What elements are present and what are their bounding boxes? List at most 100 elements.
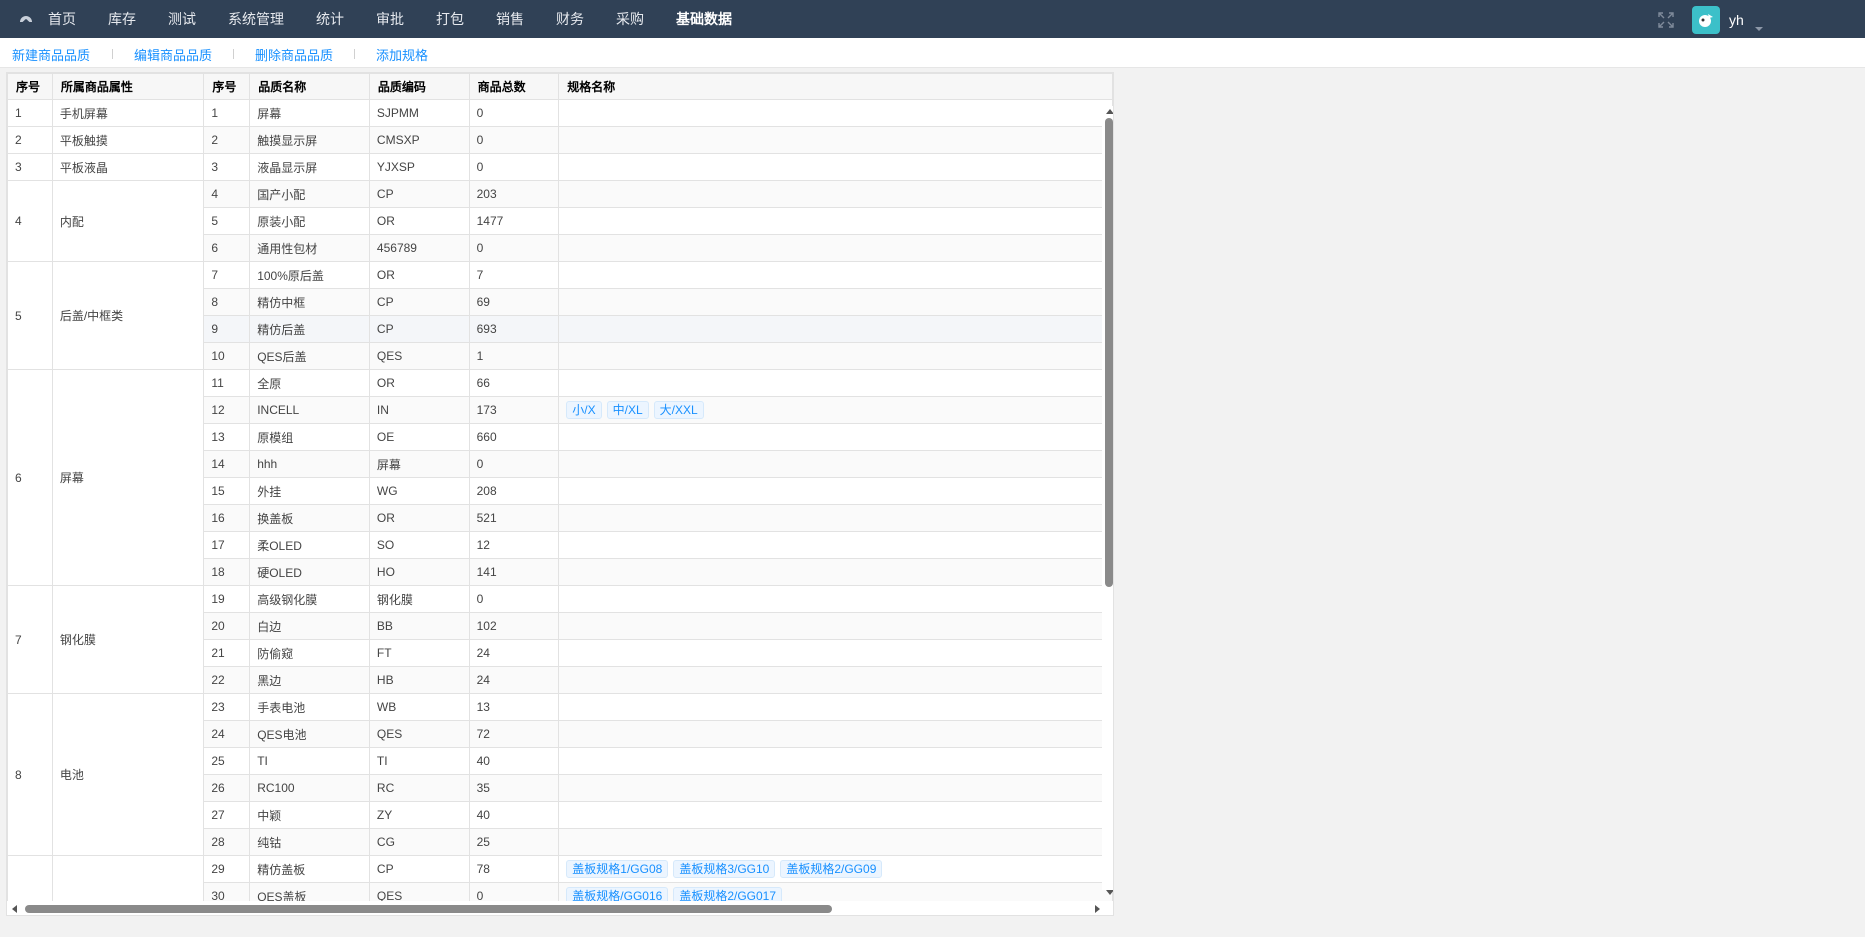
scroll-up-icon[interactable] (1106, 109, 1113, 114)
product-total-cell[interactable]: 660 (468, 423, 560, 451)
quality-code-cell[interactable]: CP (368, 180, 470, 208)
quality-name-cell[interactable]: INCELL (249, 396, 370, 424)
group-seq-cell[interactable]: 8 (7, 693, 53, 856)
spec-name-cell[interactable] (558, 828, 1113, 856)
quality-name-cell[interactable]: 外挂 (249, 477, 370, 505)
quality-code-cell[interactable]: QES (368, 720, 470, 748)
spec-name-cell[interactable] (558, 99, 1113, 127)
quality-code-cell[interactable]: CP (368, 315, 470, 343)
quality-name-cell[interactable]: 纯钴 (249, 828, 370, 856)
product-total-cell[interactable]: 40 (468, 801, 560, 829)
quality-name-cell[interactable]: 柔OLED (249, 531, 370, 559)
seq-cell[interactable]: 21 (203, 639, 251, 667)
spec-name-cell[interactable] (558, 774, 1113, 802)
group-seq-cell[interactable]: 4 (7, 180, 53, 262)
quality-name-cell[interactable]: 白边 (249, 612, 370, 640)
spec-name-cell[interactable] (558, 477, 1113, 505)
quality-code-cell[interactable]: 456789 (368, 234, 470, 262)
menu-item-packing[interactable]: 打包 (420, 0, 480, 38)
seq-cell[interactable]: 3 (203, 153, 251, 181)
seq-cell[interactable]: 8 (203, 288, 251, 316)
seq-cell[interactable]: 7 (203, 261, 251, 289)
table-row[interactable]: 8 电池 23 手表电池 WB 13 (7, 693, 1113, 856)
spec-name-cell[interactable] (558, 720, 1113, 748)
chevron-down-icon[interactable] (1755, 27, 1763, 31)
seq-cell[interactable]: 10 (203, 342, 251, 370)
product-total-cell[interactable]: 72 (468, 720, 560, 748)
horizontal-scrollbar-thumb[interactable] (25, 905, 832, 913)
quality-code-cell[interactable]: FT (368, 639, 470, 667)
header-quality-code[interactable]: 品质编码 (368, 73, 470, 100)
quality-code-cell[interactable]: OE (368, 423, 470, 451)
quality-name-cell[interactable]: QES电池 (249, 720, 370, 748)
spec-name-cell[interactable] (558, 666, 1113, 694)
product-total-cell[interactable]: 24 (468, 639, 560, 667)
header-quality-name[interactable]: 品质名称 (249, 73, 370, 100)
product-total-cell[interactable]: 0 (468, 126, 560, 154)
quality-code-cell[interactable]: OR (368, 261, 470, 289)
seq-cell[interactable]: 15 (203, 477, 251, 505)
scroll-right-icon[interactable] (1095, 905, 1100, 913)
quality-code-cell[interactable]: IN (368, 396, 470, 424)
delete-quality-button[interactable]: 删除商品品质 (255, 45, 333, 64)
quality-code-cell[interactable]: BB (368, 612, 470, 640)
seq-cell[interactable]: 23 (203, 693, 251, 721)
seq-cell[interactable]: 28 (203, 828, 251, 856)
quality-name-cell[interactable]: TI (249, 747, 370, 775)
product-total-cell[interactable]: 0 (468, 99, 560, 127)
quality-code-cell[interactable]: CG (368, 828, 470, 856)
group-attribute-cell[interactable]: 钢化膜 (51, 585, 205, 694)
group-seq-cell[interactable]: 2 (7, 126, 53, 154)
spec-name-cell[interactable] (558, 261, 1113, 289)
seq-cell[interactable]: 4 (203, 180, 251, 208)
seq-cell[interactable]: 22 (203, 666, 251, 694)
quality-name-cell[interactable]: 精仿盖板 (249, 855, 370, 883)
product-total-cell[interactable]: 7 (468, 261, 560, 289)
quality-code-cell[interactable]: WG (368, 477, 470, 505)
seq-cell[interactable]: 19 (203, 585, 251, 613)
quality-name-cell[interactable]: RC100 (249, 774, 370, 802)
spec-name-cell[interactable] (558, 450, 1113, 478)
spec-name-cell[interactable] (558, 153, 1113, 181)
menu-item-test[interactable]: 测试 (152, 0, 212, 38)
seq-cell[interactable]: 25 (203, 747, 251, 775)
quality-name-cell[interactable]: 中颖 (249, 801, 370, 829)
seq-cell[interactable]: 29 (203, 855, 251, 883)
new-quality-button[interactable]: 新建商品品质 (12, 45, 90, 64)
fullscreen-icon[interactable] (1657, 11, 1675, 29)
quality-code-cell[interactable]: RC (368, 774, 470, 802)
spec-name-cell[interactable] (558, 342, 1113, 370)
seq-cell[interactable]: 20 (203, 612, 251, 640)
seq-cell[interactable]: 5 (203, 207, 251, 235)
quality-name-cell[interactable]: 原模组 (249, 423, 370, 451)
quality-name-cell[interactable]: 通用性包材 (249, 234, 370, 262)
quality-name-cell[interactable]: 防偷窥 (249, 639, 370, 667)
spec-name-cell[interactable] (558, 423, 1113, 451)
quality-code-cell[interactable]: CP (368, 288, 470, 316)
product-total-cell[interactable]: 40 (468, 747, 560, 775)
product-total-cell[interactable]: 1 (468, 342, 560, 370)
seq-cell[interactable]: 9 (203, 315, 251, 343)
quality-name-cell[interactable]: 手表电池 (249, 693, 370, 721)
header-group-attribute[interactable]: 所属商品属性 (51, 73, 205, 100)
menu-item-approval[interactable]: 审批 (360, 0, 420, 38)
table-row[interactable]: 6 屏幕 11 全原 OR 66 (7, 369, 1113, 586)
header-product-total[interactable]: 商品总数 (468, 73, 560, 100)
product-total-cell[interactable]: 66 (468, 369, 560, 397)
group-attribute-cell[interactable]: 电池 (51, 693, 205, 856)
spec-name-cell[interactable] (558, 234, 1113, 262)
table-row[interactable]: 5 后盖/中框类 7 100%原后盖 OR 7 (7, 261, 1113, 370)
table-row[interactable]: 7 钢化膜 19 高级钢化膜 钢化膜 0 (7, 585, 1113, 694)
spec-name-cell[interactable] (558, 288, 1113, 316)
product-total-cell[interactable]: 203 (468, 180, 560, 208)
spec-name-cell[interactable] (558, 315, 1113, 343)
quality-code-cell[interactable]: CMSXP (368, 126, 470, 154)
product-total-cell[interactable]: 25 (468, 828, 560, 856)
quality-name-cell[interactable]: 高级钢化膜 (249, 585, 370, 613)
product-total-cell[interactable]: 0 (468, 234, 560, 262)
group-seq-cell[interactable]: 3 (7, 153, 53, 181)
product-total-cell[interactable]: 141 (468, 558, 560, 586)
seq-cell[interactable]: 26 (203, 774, 251, 802)
header-spec-name[interactable]: 规格名称 (558, 73, 1113, 100)
seq-cell[interactable]: 1 (203, 99, 251, 127)
